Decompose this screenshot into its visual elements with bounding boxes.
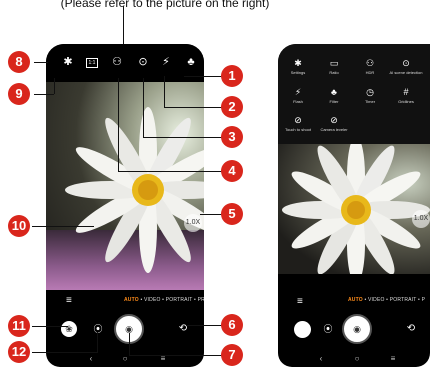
mode-next[interactable]: PR — [198, 297, 204, 303]
callout-badge-5: 5 — [221, 203, 243, 225]
callout-badge-6: 6 — [221, 314, 243, 336]
hdr-item[interactable]: ⚇ HDR — [353, 57, 387, 75]
callout-line-10 — [32, 226, 94, 227]
callout-line-11 — [32, 326, 68, 327]
mode-video[interactable]: VIDEO — [144, 297, 161, 303]
ai-scene-icon: ⊙ — [402, 58, 410, 68]
camera-leveler-item[interactable]: ⊘ Camera leveler — [317, 114, 351, 132]
gridlines-item[interactable]: # Gridlines — [389, 86, 423, 104]
callout-line-7v — [129, 333, 130, 355]
callout-line-3v — [143, 78, 144, 138]
switch-camera-icon[interactable]: ⟲ — [404, 322, 418, 336]
nav-bar: ‹ ○ ≡ — [46, 351, 204, 367]
mode-selector[interactable]: AUTO • VIDEO • PORTRAIT • PR — [46, 294, 204, 308]
callout-line-7 — [129, 355, 222, 356]
gallery-thumbnail[interactable] — [294, 321, 311, 338]
back-icon[interactable]: ‹ — [84, 353, 98, 365]
gallery-thumbnail[interactable]: ❀ — [61, 321, 77, 337]
camera-icon: ◉ — [353, 324, 361, 334]
callout-badge-12: 12 — [8, 341, 30, 363]
mode-portrait[interactable]: PORTRAIT — [166, 297, 193, 303]
camera-top-bar: ✱ 1:1 ⚇ ⊙ ⚡ ♣ — [46, 44, 204, 82]
viewfinder[interactable]: 1.0X — [46, 82, 204, 290]
callout-line-12 — [32, 352, 98, 353]
callout-line-8 — [34, 62, 48, 63]
shutter-button[interactable]: ◉ — [342, 314, 372, 344]
back-icon[interactable]: ‹ — [314, 353, 328, 365]
timer-icon: ◷ — [366, 87, 374, 97]
callout-badge-9: 9 — [8, 83, 30, 105]
home-icon[interactable]: ○ — [350, 353, 364, 365]
callout-line-9b — [54, 78, 55, 94]
callout-badge-4: 4 — [221, 160, 243, 182]
flower-image — [282, 144, 430, 274]
google-lens-icon[interactable]: ⦿ — [91, 322, 105, 336]
callout-badge-11: 11 — [8, 315, 30, 337]
camera-leveler-icon: ⊘ — [330, 115, 338, 125]
google-lens-icon[interactable]: ⦿ — [321, 322, 335, 336]
timer-item[interactable]: ◷ Timer — [353, 86, 387, 104]
callout-badge-8: 8 — [8, 51, 30, 73]
callout-line-2v — [164, 76, 165, 108]
ai-scene-icon[interactable]: ⊙ — [136, 55, 150, 69]
gridlines-icon: # — [403, 87, 409, 97]
hdr-icon[interactable]: ⚇ — [110, 55, 124, 69]
callout-line-6 — [186, 325, 222, 326]
callout-badge-10: 10 — [8, 215, 30, 237]
recents-icon[interactable]: ≡ — [386, 353, 400, 365]
callout-badge-3: 3 — [221, 126, 243, 148]
flash-auto-icon[interactable]: ⚡ — [159, 55, 173, 69]
flash-item[interactable]: ⚡ Flash — [281, 86, 315, 104]
filter-icon[interactable]: ♣ — [184, 55, 198, 69]
callout-badge-7: 7 — [221, 344, 243, 366]
touch-shoot-icon: ⊘ — [294, 115, 302, 125]
mode-video[interactable]: VIDEO — [368, 297, 385, 303]
mode-auto[interactable]: AUTO — [348, 297, 363, 303]
hdr-icon: ⚇ — [365, 58, 375, 68]
callout-line-4 — [118, 171, 222, 172]
caption: (Please refer to the picture on the righ… — [60, 0, 270, 10]
settings-icon[interactable]: ✱ — [61, 55, 75, 69]
callout-badge-2: 2 — [221, 96, 243, 118]
mode-next[interactable]: P — [422, 297, 426, 303]
quick-settings-panel: ✱ Settings ▭ Ratio ⚇ HDR ⊙ AI scene dete… — [278, 44, 430, 144]
nav-bar: ‹ ○ ≡ — [278, 351, 430, 367]
settings-item[interactable]: ✱ Settings — [281, 57, 315, 75]
callout-line-5 — [200, 214, 222, 215]
filter-item[interactable]: ♣ Filter — [317, 86, 351, 104]
settings-icon: ✱ — [294, 58, 302, 68]
bottom-controls: ❀ ⦿ ◉ ⟲ — [46, 310, 204, 350]
phone-right: ✱ Settings ▭ Ratio ⚇ HDR ⊙ AI scene dete… — [278, 44, 430, 367]
callout-line-3 — [143, 137, 222, 138]
ratio-icon[interactable]: 1:1 — [86, 58, 98, 68]
callout-line-9 — [34, 94, 54, 95]
phone-left: ✱ 1:1 ⚇ ⊙ ⚡ ♣ 1.0X ≡ AUTO • VIDEO • PORT… — [46, 44, 204, 367]
filter-icon: ♣ — [331, 87, 337, 97]
viewfinder[interactable]: 1.0X — [278, 144, 430, 274]
touch-shoot-item[interactable]: ⊘ Touch to shoot — [281, 114, 315, 132]
callout-line-1 — [184, 76, 222, 77]
lens-zoom-button[interactable]: 1.0X — [412, 210, 430, 228]
lens-zoom-button[interactable]: 1.0X — [184, 214, 202, 232]
callout-line-12v — [97, 332, 98, 352]
callout-line-2 — [164, 107, 222, 108]
mode-selector[interactable]: AUTO • VIDEO • PORTRAIT • P — [278, 295, 430, 307]
flower-image — [65, 107, 204, 273]
bottom-controls: ⦿ ◉ ⟲ — [278, 310, 430, 350]
ratio-item[interactable]: ▭ Ratio — [317, 57, 351, 75]
mode-portrait[interactable]: PORTRAIT — [390, 297, 417, 303]
ai-scene-item[interactable]: ⊙ AI scene detection — [389, 57, 423, 75]
flash-icon: ⚡ — [294, 87, 302, 97]
mode-auto[interactable]: AUTO — [124, 297, 139, 303]
callout-badge-1: 1 — [221, 65, 243, 87]
callout-line-4v — [118, 78, 119, 172]
ratio-icon: ▭ — [329, 58, 339, 68]
